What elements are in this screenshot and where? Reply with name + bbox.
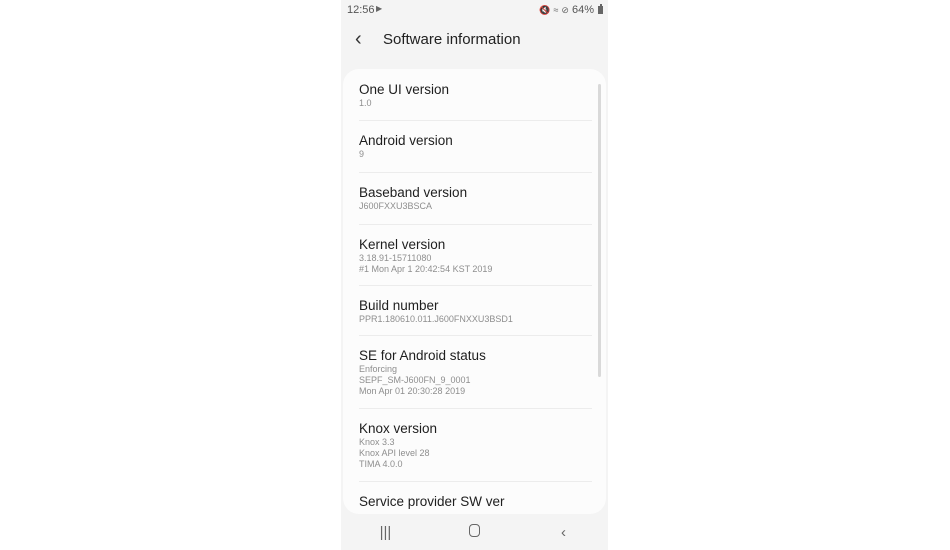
home-button[interactable] — [445, 523, 505, 541]
app-header: ‹ Software information — [341, 26, 608, 52]
list-item-android-version[interactable]: Android version 9 — [343, 121, 606, 160]
back-button[interactable]: ‹ — [355, 29, 385, 49]
page-title: Software information — [383, 30, 521, 48]
item-value-line: SEPF_SM-J600FN_9_0001 — [359, 375, 471, 385]
home-icon — [469, 523, 480, 537]
back-icon: ‹ — [561, 523, 566, 541]
item-title: Android version — [359, 133, 453, 148]
item-value-line: #1 Mon Apr 1 20:42:54 KST 2019 — [359, 264, 493, 274]
item-value: 1.0 — [359, 98, 372, 108]
list-item-one-ui-version[interactable]: One UI version 1.0 — [343, 69, 606, 109]
item-title: Knox version — [359, 421, 438, 436]
list-item-build-number[interactable]: Build number PPR1.180610.011.J600FNXXU3B… — [343, 286, 606, 325]
phone-screen: 12:56 ▶ 🔇 ≈ ⊘ 64% ‹ Software information… — [341, 0, 608, 550]
item-value: 9 — [359, 149, 365, 159]
list-item-baseband-version[interactable]: Baseband version J600FXXU3BSCA — [343, 173, 606, 212]
item-value-line: Enforcing — [359, 364, 398, 374]
item-title: Build number — [359, 298, 439, 313]
list-item-se-android-status[interactable]: SE for Android status Enforcing SEPF_SM-… — [343, 336, 606, 397]
play-store-notification-icon: ▶ — [376, 4, 383, 13]
item-value-line: 3.18.91-15711080 — [359, 253, 432, 263]
chevron-left-icon: ‹ — [355, 28, 362, 50]
item-value-line: Mon Apr 01 20:30:28 2019 — [359, 386, 466, 396]
battery-icon — [598, 4, 603, 14]
mute-icon: 🔇 — [539, 4, 551, 15]
list-item-service-provider-sw[interactable]: Service provider SW ver — [343, 482, 606, 510]
item-title: Baseband version — [359, 185, 468, 200]
item-value: PPR1.180610.011.J600FNXXU3BSD1 — [359, 314, 513, 324]
battery-percent: 64% — [571, 4, 594, 16]
item-title: One UI version — [359, 82, 450, 97]
recents-icon: ||| — [379, 523, 392, 541]
recents-button[interactable]: ||| — [356, 524, 416, 541]
navigation-bar: ||| ‹ — [341, 514, 608, 550]
nav-back-button[interactable]: ‹ — [534, 524, 594, 541]
status-bar: 12:56 ▶ 🔇 ≈ ⊘ 64% — [341, 0, 608, 20]
list-item-knox-version[interactable]: Knox version Knox 3.3 Knox API level 28 … — [343, 409, 606, 470]
item-title: SE for Android status — [359, 348, 486, 363]
item-value-line: TIMA 4.0.0 — [359, 459, 403, 469]
item-value-line: Knox 3.3 — [359, 437, 395, 447]
wifi-icon: ≈ — [553, 5, 559, 15]
status-icons: 🔇 ≈ ⊘ 64% — [539, 4, 603, 16]
item-value: J600FXXU3BSCA — [359, 201, 433, 211]
item-title: Kernel version — [359, 237, 446, 252]
info-list[interactable]: One UI version 1.0 Android version 9 Bas… — [343, 69, 606, 514]
status-time: 12:56 — [347, 4, 375, 16]
list-item-kernel-version[interactable]: Kernel version 3.18.91-15711080 #1 Mon A… — [343, 225, 606, 275]
item-title: Service provider SW ver — [359, 494, 505, 509]
do-not-disturb-icon: ⊘ — [561, 4, 569, 15]
item-value-line: Knox API level 28 — [359, 448, 430, 458]
